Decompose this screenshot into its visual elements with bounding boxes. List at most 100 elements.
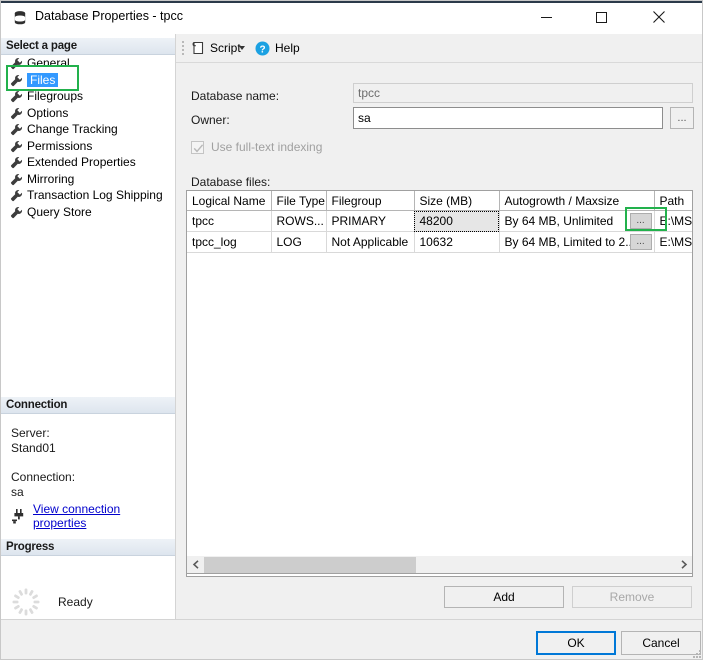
progress-header: Progress (1, 539, 175, 556)
sidebar-item-permissions[interactable]: Permissions (1, 138, 175, 155)
connection-server: Server: Stand01 (11, 426, 56, 456)
chevron-right-icon (680, 560, 687, 569)
sidebar-item-extended-properties[interactable]: Extended Properties (1, 154, 175, 171)
help-label: Help (275, 41, 300, 55)
cell-size-mb[interactable]: 10632 (414, 231, 500, 253)
sidebar-item-mirroring[interactable]: Mirroring (1, 171, 175, 188)
sidebar-item-options[interactable]: Options (1, 105, 175, 122)
owner-browse-button[interactable]: ... (670, 107, 694, 129)
autogrowth-text: By 64 MB, Unlimited (504, 214, 614, 228)
column-header-logical-name[interactable]: Logical Name (187, 191, 272, 211)
wrench-icon (10, 123, 23, 136)
cell-size-mb[interactable]: 48200 (414, 210, 500, 232)
cell-file-type[interactable]: LOG (271, 231, 327, 253)
sidebar-item-transaction-log-shipping[interactable]: Transaction Log Shipping (1, 187, 175, 204)
script-button[interactable]: Script (191, 38, 241, 58)
title-bar: Database Properties - tpcc (1, 1, 702, 34)
select-a-page-header: Select a page (1, 38, 175, 55)
maximize-icon (596, 11, 607, 23)
table-row[interactable]: tpcc_log LOG Not Applicable 10632 By 64 … (187, 231, 692, 253)
database-properties-dialog: Database Properties - tpcc Select a page (0, 0, 703, 660)
connection-header: Connection (1, 397, 175, 414)
cell-path[interactable]: E:\MS (654, 231, 692, 253)
autogrowth-ellipsis-button-row-2[interactable]: ... (629, 234, 652, 250)
sidebar-item-label: Mirroring (27, 171, 75, 186)
cancel-button[interactable]: Cancel (621, 631, 701, 655)
content-toolbar: Script ? Help (176, 34, 702, 62)
database-name-label: Database name: (191, 89, 280, 103)
wrench-icon (10, 173, 23, 186)
cell-filegroup[interactable]: PRIMARY (326, 210, 415, 232)
database-icon (12, 10, 28, 26)
database-files-grid[interactable]: Logical Name File Type Filegroup Size (M… (186, 190, 693, 577)
sidebar-item-query-store[interactable]: Query Store (1, 204, 175, 221)
autogrowth-ellipsis-button-row-1[interactable]: ... (629, 213, 652, 229)
chevron-left-icon (192, 560, 199, 569)
add-button[interactable]: Add (444, 586, 564, 608)
column-header-filegroup[interactable]: Filegroup (326, 191, 415, 211)
cell-logical-name[interactable]: tpcc_log (187, 231, 272, 253)
remove-button: Remove (572, 586, 692, 608)
cell-file-type[interactable]: ROWS... (271, 210, 327, 232)
sidebar-item-filegroups[interactable]: Filegroups (1, 88, 175, 105)
column-header-file-type[interactable]: File Type (271, 191, 327, 211)
chevron-down-icon[interactable] (239, 46, 245, 50)
toolbar-grip (182, 41, 185, 56)
connection-label: Connection: (11, 470, 76, 484)
grid-horizontal-scrollbar[interactable] (186, 556, 693, 574)
sidebar-item-files[interactable]: Files (1, 72, 175, 89)
table-row[interactable]: tpcc ROWS... PRIMARY 48200 By 64 MB, Unl… (187, 210, 692, 232)
server-label: Server: (11, 426, 50, 440)
use-full-text-indexing-row: Use full-text indexing (191, 140, 322, 154)
cell-autogrowth[interactable]: By 64 MB, Unlimited ... (499, 210, 655, 232)
resize-grip[interactable] (690, 647, 702, 659)
maximize-button[interactable] (579, 1, 624, 33)
autogrowth-text: By 64 MB, Limited to 2... (504, 235, 636, 249)
minimize-button[interactable] (524, 1, 569, 33)
server-value: Stand01 (11, 441, 56, 455)
wrench-icon (10, 74, 23, 87)
sidebar-item-label: Change Tracking (27, 122, 118, 137)
column-header-path[interactable]: Path (654, 191, 692, 211)
minimize-icon (541, 16, 552, 18)
sidebar-item-label: Extended Properties (27, 155, 136, 170)
scroll-right-button[interactable] (675, 557, 692, 573)
wrench-icon (10, 107, 23, 120)
scroll-left-button[interactable] (187, 557, 204, 573)
sidebar-item-change-tracking[interactable]: Change Tracking (1, 121, 175, 138)
progress-status: Ready (58, 595, 93, 609)
owner-field[interactable] (353, 107, 663, 129)
close-button[interactable] (636, 1, 681, 33)
column-header-size-mb[interactable]: Size (MB) (414, 191, 500, 211)
cell-path[interactable]: E:\MS (654, 210, 692, 232)
scrollbar-thumb[interactable] (204, 556, 416, 573)
connection-value: sa (11, 485, 24, 499)
scrollbar-track[interactable] (204, 556, 675, 573)
database-name-field (353, 83, 693, 103)
dialog-footer: OK Cancel (1, 620, 702, 659)
wrench-icon (10, 206, 23, 219)
database-files-label: Database files: (191, 175, 271, 189)
spinner-icon (11, 587, 41, 617)
sidebar-item-general[interactable]: General (1, 55, 175, 72)
sidebar: Select a page General Files Filegroups O… (1, 34, 176, 620)
script-label: Script (210, 41, 241, 55)
cell-logical-name[interactable]: tpcc (187, 210, 272, 232)
page-list: General Files Filegroups Options Change … (1, 55, 175, 220)
cell-autogrowth[interactable]: By 64 MB, Limited to 2... ... (499, 231, 655, 253)
window-title: Database Properties - tpcc (35, 9, 183, 23)
view-connection-properties-link[interactable]: View connection properties (33, 502, 175, 530)
wrench-icon (10, 57, 23, 70)
wrench-icon (10, 156, 23, 169)
help-question-icon: ? (255, 41, 270, 56)
help-button[interactable]: ? Help (255, 38, 300, 58)
sidebar-item-label: Filegroups (27, 89, 84, 104)
close-icon (652, 11, 665, 23)
cell-filegroup[interactable]: Not Applicable (326, 231, 415, 253)
column-header-autogrowth-maxsize[interactable]: Autogrowth / Maxsize (499, 191, 655, 211)
view-connection-properties-row[interactable]: View connection properties (11, 502, 175, 530)
sidebar-item-label: Query Store (27, 204, 92, 219)
sidebar-item-label: Permissions (27, 138, 93, 153)
ok-button[interactable]: OK (536, 631, 616, 655)
checkmark-icon (193, 143, 204, 152)
